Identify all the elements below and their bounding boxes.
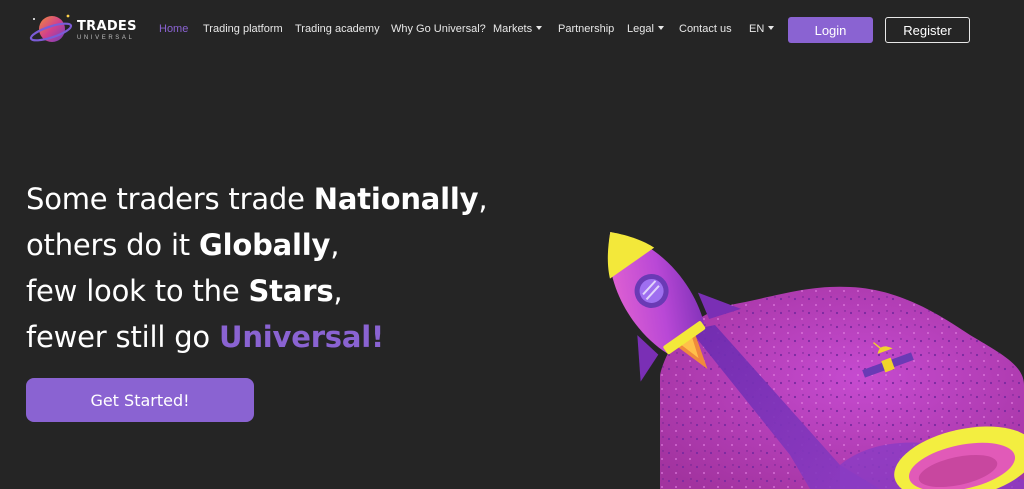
chevron-down-icon [536, 26, 543, 30]
nav-home[interactable]: Home [159, 22, 188, 36]
nav-markets-label: Markets [493, 23, 533, 35]
chevron-down-icon [657, 26, 664, 30]
nav-markets[interactable]: Markets [493, 22, 543, 36]
hero-line-1-comma: , [478, 182, 488, 216]
hero-line-2-comma: , [330, 228, 340, 262]
hero-line-2: others do it Globally, [26, 222, 546, 268]
hero-line-2-text: others do it [26, 228, 200, 262]
chevron-down-icon [768, 26, 775, 30]
get-started-button[interactable]: Get Started! [26, 378, 254, 422]
brand-title: TRADES [77, 18, 137, 34]
hero-line-4-text: fewer still go [26, 320, 219, 354]
language-selector[interactable]: EN [749, 22, 775, 36]
hero-headline: Some traders trade Nationally, others do… [26, 176, 546, 360]
register-button[interactable]: Register [885, 17, 970, 43]
hero-line-3-comma: , [333, 274, 343, 308]
hero-word-globally: Globally [199, 228, 331, 262]
hero-line-3: few look to the Stars, [26, 268, 546, 314]
nav-trading-platform[interactable]: Trading platform [203, 22, 283, 36]
nav-legal-label: Legal [627, 23, 654, 35]
hero-word-nationally: Nationally [313, 182, 479, 216]
navbar: TRADES UNIVERSAL Home Trading platform T… [0, 0, 1024, 60]
rocket-illustration [607, 231, 1024, 489]
hero-line-3-text: few look to the [26, 274, 249, 308]
hero-word-universal: Universal! [219, 320, 385, 354]
hero-line-1: Some traders trade Nationally, [26, 176, 546, 222]
nav-partnership[interactable]: Partnership [558, 22, 614, 36]
login-button[interactable]: Login [788, 17, 873, 43]
nav-trading-academy[interactable]: Trading academy [295, 22, 380, 36]
nav-contact-us[interactable]: Contact us [679, 22, 732, 36]
hero-line-1-text: Some traders trade [26, 182, 314, 216]
nav-why-go-universal[interactable]: Why Go Universal? [391, 22, 486, 36]
brand-logo[interactable]: TRADES UNIVERSAL [28, 10, 148, 50]
hero-line-4: fewer still go Universal! [26, 314, 546, 360]
nav-legal[interactable]: Legal [627, 22, 664, 36]
brand-subtitle: UNIVERSAL [77, 34, 135, 41]
planet-logo-icon [29, 14, 73, 42]
hero-word-stars: Stars [248, 274, 334, 308]
language-label: EN [749, 23, 765, 35]
